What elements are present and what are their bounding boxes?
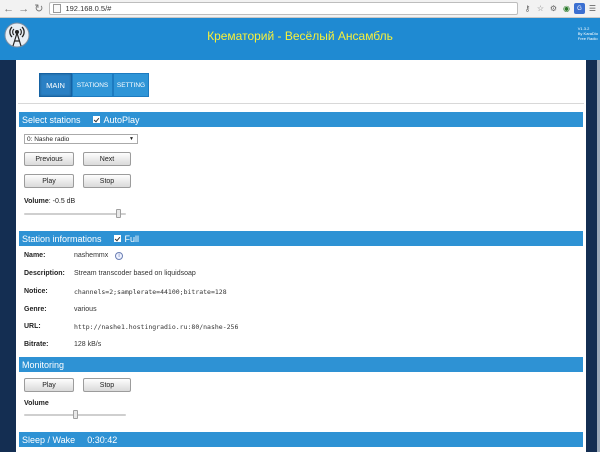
- sleep-timer: 0:30:42: [87, 434, 118, 445]
- menu-icon[interactable]: ☰: [587, 3, 598, 14]
- tab-stations[interactable]: STATIONS: [72, 73, 113, 97]
- monitor-volume-label: Volume: [24, 400, 49, 407]
- volume-label-text: Volume: [24, 198, 49, 205]
- volume-label: Volume: -0.5 dB: [24, 198, 75, 205]
- globe-icon[interactable]: ◉: [561, 3, 572, 14]
- full-checkbox[interactable]: [113, 235, 121, 242]
- info-row-value: channels=2;samplerate=44100;bitrate=128: [74, 288, 227, 296]
- monitor-stop-button[interactable]: Stop: [83, 378, 131, 392]
- volume-slider-thumb[interactable]: [116, 209, 121, 218]
- info-row-value: nashemmx: [74, 252, 109, 259]
- forward-icon[interactable]: →: [17, 2, 30, 16]
- url-text: 192.168.0.5/#: [65, 4, 112, 13]
- app-header: Крематорий - Весёлый Ансамбль V1.3.2 By …: [0, 18, 600, 60]
- info-row-label: Genre:: [24, 306, 47, 313]
- info-row-value: 128 kB/s: [74, 341, 102, 348]
- info-icon[interactable]: i: [115, 252, 123, 260]
- info-row-label: Bitrate:: [24, 341, 49, 348]
- tab-setting[interactable]: SETTING: [113, 73, 149, 97]
- monitoring-header: Monitoring: [19, 357, 583, 372]
- info-row-label: Name:: [24, 252, 46, 259]
- station-select-value: 0: Nashe radio: [27, 135, 70, 143]
- divider: [18, 103, 584, 104]
- bookmark-star-icon[interactable]: ☆: [535, 3, 546, 14]
- sleep-wake-header: Sleep / Wake 0:30:42: [19, 432, 583, 447]
- monitor-volume-slider-thumb[interactable]: [73, 410, 78, 419]
- info-row-value: various: [74, 306, 97, 313]
- info-row-label: Notice:: [24, 288, 48, 295]
- page-icon: [53, 4, 62, 13]
- volume-value: : -0.5 dB: [48, 198, 76, 205]
- monitor-volume-slider[interactable]: [24, 410, 126, 419]
- info-row-value: Stream transcoder based on liquidsoap: [74, 270, 196, 277]
- info-row-label: URL:: [24, 323, 41, 330]
- version-info: V1.3.2 By KaraDio Free Radio: [578, 26, 598, 41]
- stop-button[interactable]: Stop: [83, 174, 131, 188]
- autoplay-label: AutoPlay: [103, 114, 140, 125]
- key-icon[interactable]: ⚷: [522, 3, 533, 14]
- chevron-down-icon: ▼: [129, 136, 134, 142]
- next-button[interactable]: Next: [83, 152, 131, 166]
- section-title: Sleep / Wake: [22, 434, 76, 445]
- monitor-play-button[interactable]: Play: [24, 378, 74, 392]
- reload-icon[interactable]: ↻: [32, 2, 45, 16]
- info-row-label: Description:: [24, 270, 65, 277]
- play-button[interactable]: Play: [24, 174, 74, 188]
- back-icon[interactable]: ←: [2, 2, 15, 16]
- station-info-header: Station informations Full: [19, 231, 583, 246]
- translate-icon[interactable]: G: [573, 3, 585, 14]
- info-row-value: http://nashe1.hostingradio.ru:80/nashe-2…: [74, 323, 239, 331]
- tab-main[interactable]: MAIN: [39, 73, 72, 97]
- credit-line-2: Free Radio: [577, 36, 598, 41]
- previous-button[interactable]: Previous: [24, 152, 74, 166]
- volume-slider[interactable]: [24, 209, 126, 218]
- address-bar[interactable]: 192.168.0.5/#: [49, 2, 518, 15]
- left-margin: [0, 60, 16, 452]
- full-label: Full: [124, 233, 140, 244]
- browser-toolbar: ← → ↻ 192.168.0.5/# ⚷ ☆ ⚙ ◉ G ☰: [0, 0, 600, 18]
- station-select[interactable]: 0: Nashe radio ▼: [24, 134, 138, 144]
- cookie-icon[interactable]: ⚙: [548, 3, 559, 14]
- autoplay-checkbox[interactable]: [92, 116, 100, 123]
- section-title: Station informations: [22, 233, 102, 244]
- select-stations-header: Select stations AutoPlay: [19, 112, 583, 127]
- section-title: Monitoring: [22, 359, 65, 370]
- tab-bar: MAIN STATIONS SETTING: [39, 73, 149, 97]
- section-title: Select stations: [22, 114, 81, 125]
- main-content: MAIN STATIONS SETTING Select stations Au…: [16, 60, 586, 452]
- now-playing-title: Крематорий - Весёлый Ансамбль: [207, 29, 393, 43]
